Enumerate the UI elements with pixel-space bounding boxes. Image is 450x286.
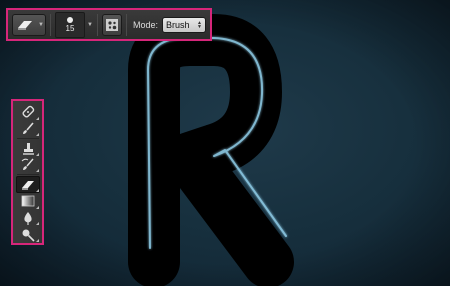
- more-tools-indicator: [35, 169, 39, 173]
- more-tools-indicator: [35, 133, 39, 137]
- tool-blur[interactable]: [16, 210, 40, 227]
- divider: [96, 13, 98, 36]
- toggle-brush-panel-button[interactable]: [101, 13, 122, 36]
- more-tools-indicator: [35, 189, 39, 193]
- mode-select[interactable]: Brush ▲ ▼: [161, 16, 206, 33]
- eraser-icon: [21, 180, 34, 190]
- mode-select-value: Brush: [165, 19, 190, 30]
- eraser-icon: [18, 20, 33, 30]
- brush-tip-icon: [67, 16, 73, 23]
- brush-panel-icon: [105, 18, 118, 31]
- gradient-icon: [21, 196, 34, 207]
- clone-stamp-icon: [22, 142, 34, 155]
- more-tools-indicator: [35, 205, 39, 209]
- tool-gradient[interactable]: [16, 193, 40, 210]
- more-tools-indicator: [35, 222, 39, 226]
- brush-icon: [22, 122, 34, 134]
- divider: [50, 13, 51, 36]
- tool-clone-stamp[interactable]: [16, 140, 40, 157]
- tool-brush[interactable]: [16, 121, 40, 138]
- brush-preset-picker[interactable]: 15: [55, 11, 85, 38]
- tool-options-bar: ▼ 15 ▼ Mode: Brush ▲ ▼: [6, 8, 212, 41]
- chevron-down-icon[interactable]: ▼: [87, 22, 93, 28]
- blur-icon: [23, 212, 32, 226]
- spot-healing-brush-icon: [21, 106, 34, 118]
- tool-eraser[interactable]: [15, 176, 40, 194]
- tool-spot-healing-brush[interactable]: [16, 104, 40, 121]
- document-canvas[interactable]: [0, 0, 450, 286]
- more-tools-indicator: [35, 116, 39, 120]
- brush-size-value: 15: [65, 23, 75, 33]
- tool-preset-picker[interactable]: ▼: [12, 13, 46, 36]
- tool-history-brush[interactable]: [16, 157, 40, 174]
- letter-r-artwork: [0, 0, 450, 286]
- tool-dodge[interactable]: [16, 226, 40, 243]
- divider: [16, 174, 39, 176]
- more-tools-indicator: [35, 238, 39, 242]
- chevron-down-icon: ▼: [38, 21, 44, 28]
- more-tools-indicator: [35, 152, 39, 156]
- tools-panel: [11, 99, 44, 245]
- mode-label: Mode:: [132, 19, 158, 30]
- divider: [16, 138, 39, 140]
- divider: [125, 13, 127, 36]
- dodge-icon: [22, 229, 35, 242]
- up-down-arrows-icon: ▲ ▼: [197, 19, 202, 30]
- history-brush-icon: [21, 158, 34, 171]
